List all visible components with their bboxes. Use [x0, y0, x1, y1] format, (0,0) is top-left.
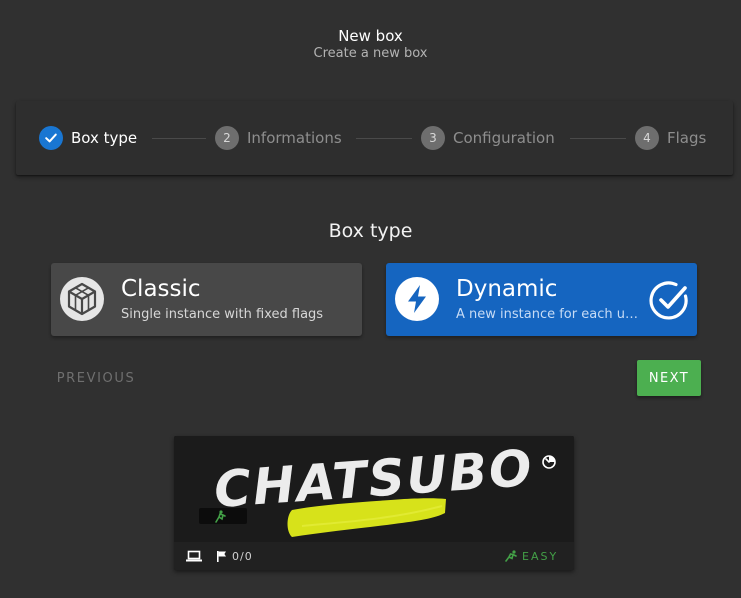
box-banner-image: CHATSUBO: [174, 436, 574, 542]
step-label-informations: Informations: [247, 129, 342, 147]
step-complete-check-icon: [39, 126, 63, 150]
step-number: 3: [421, 126, 445, 150]
step-divider: [356, 138, 412, 139]
laptop-icon: [186, 550, 202, 562]
option-description: A new instance for each user: [456, 307, 644, 322]
difficulty-label: EASY: [522, 549, 559, 563]
stepper: Box type 2 Informations 3 Configuration …: [16, 101, 733, 175]
step-flags[interactable]: 4 Flags: [635, 126, 706, 150]
page-header: New box Create a new box: [0, 27, 741, 62]
page-title: New box: [338, 27, 403, 45]
option-description: Single instance with fixed flags: [121, 307, 324, 322]
step-number: 2: [215, 126, 239, 150]
page-subtitle: Create a new box: [313, 46, 428, 61]
option-title: Classic: [121, 276, 201, 302]
step-divider: [152, 138, 206, 139]
lightning-bolt-icon: [395, 277, 439, 321]
step-label-box-type: Box type: [71, 129, 138, 147]
step-label-flags: Flags: [667, 129, 707, 147]
selected-check-circle-icon: [649, 281, 688, 320]
banner-graphic: CHATSUBO: [174, 436, 574, 542]
step-configuration[interactable]: 3 Configuration: [421, 126, 555, 150]
section-title: Box type: [328, 220, 413, 242]
box-card-footer: 0/0 EASY: [174, 542, 574, 570]
step-box-type[interactable]: Box type: [39, 126, 137, 150]
box-type-option-classic[interactable]: Classic Single instance with fixed flags: [51, 263, 362, 336]
step-informations[interactable]: 2 Informations: [215, 126, 342, 150]
cube-icon: [60, 277, 104, 321]
next-button[interactable]: NEXT: [637, 360, 701, 396]
option-title: Dynamic: [456, 276, 558, 302]
flag-count: 0/0: [232, 549, 253, 563]
box-preview-card[interactable]: CHATSUBO 0/0 EASY: [174, 436, 574, 570]
step-number: 4: [635, 126, 659, 150]
step-divider: [570, 138, 626, 139]
step-label-configuration: Configuration: [453, 129, 555, 147]
box-type-option-dynamic[interactable]: Dynamic A new instance for each user: [386, 263, 697, 336]
runner-icon: [505, 550, 517, 562]
flag-icon: [217, 551, 226, 562]
previous-button[interactable]: PREVIOUS: [48, 360, 144, 396]
